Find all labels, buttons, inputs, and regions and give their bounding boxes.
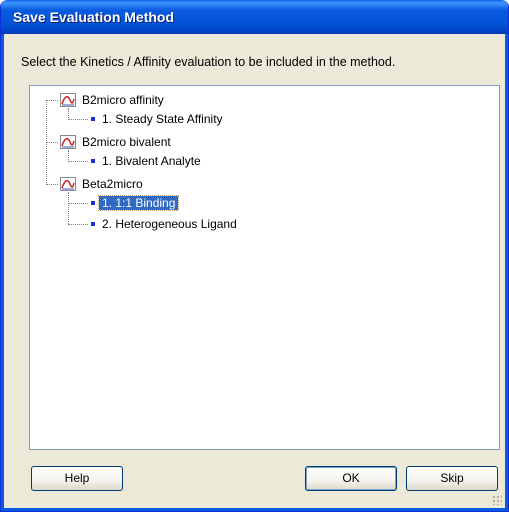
tree-connector — [68, 119, 88, 120]
tree-group-label: B2micro affinity — [82, 93, 164, 107]
bullet-icon — [91, 117, 95, 121]
skip-button[interactable]: Skip — [406, 466, 498, 491]
evaluation-icon — [60, 93, 76, 107]
tree-item-bivalent-analyte[interactable]: 1. Bivalent Analyte — [102, 152, 201, 170]
tree-item-1-1-binding[interactable]: 1. 1:1 Binding — [97, 194, 180, 212]
window-frame-left — [1, 34, 4, 511]
tree-connector — [68, 203, 88, 204]
tree-group-beta2micro[interactable]: Beta2micro — [82, 175, 143, 193]
resize-grip[interactable] — [492, 495, 502, 505]
window-frame-bottom — [1, 508, 508, 511]
tree-group-b2micro-affinity[interactable]: B2micro affinity — [82, 91, 164, 109]
help-button-label: Help — [64, 471, 90, 485]
bullet-icon — [91, 201, 95, 205]
dialog-title: Save Evaluation Method — [13, 9, 175, 25]
evaluation-tree[interactable]: B2micro affinity 1. Steady State Affinit… — [29, 85, 500, 450]
ok-button[interactable]: OK — [305, 466, 397, 491]
window-frame-right — [505, 34, 508, 511]
tree-group-label: B2micro bivalent — [82, 135, 171, 149]
tree-connector — [46, 100, 58, 101]
tree-connector — [46, 184, 58, 185]
tree-group-label: Beta2micro — [82, 177, 143, 191]
evaluation-icon — [60, 177, 76, 191]
ok-button-label: OK — [342, 471, 360, 485]
tree-connector — [46, 142, 58, 143]
tree-item-label: 1. Steady State Affinity — [102, 112, 223, 126]
title-bar[interactable]: Save Evaluation Method — [1, 0, 508, 34]
tree-item-label: 1. Bivalent Analyte — [102, 154, 201, 168]
tree-group-b2micro-bivalent[interactable]: B2micro bivalent — [82, 133, 171, 151]
tree-item-label-selected: 1. 1:1 Binding — [97, 195, 180, 211]
skip-button-label: Skip — [440, 471, 464, 485]
tree-item-label: 2. Heterogeneous Ligand — [102, 217, 237, 231]
tree-item-steady-state-affinity[interactable]: 1. Steady State Affinity — [102, 110, 223, 128]
instruction-text: Select the Kinetics / Affinity evaluatio… — [21, 55, 396, 69]
bullet-icon — [91, 159, 95, 163]
tree-connector — [68, 224, 88, 225]
tree-item-heterogeneous-ligand[interactable]: 2. Heterogeneous Ligand — [102, 215, 237, 233]
tree-connector — [68, 192, 69, 224]
tree-connector — [68, 161, 88, 162]
save-evaluation-dialog: Save Evaluation Method Select the Kineti… — [0, 0, 509, 512]
evaluation-icon — [60, 135, 76, 149]
bullet-icon — [91, 222, 95, 226]
help-button[interactable]: Help — [31, 466, 123, 491]
